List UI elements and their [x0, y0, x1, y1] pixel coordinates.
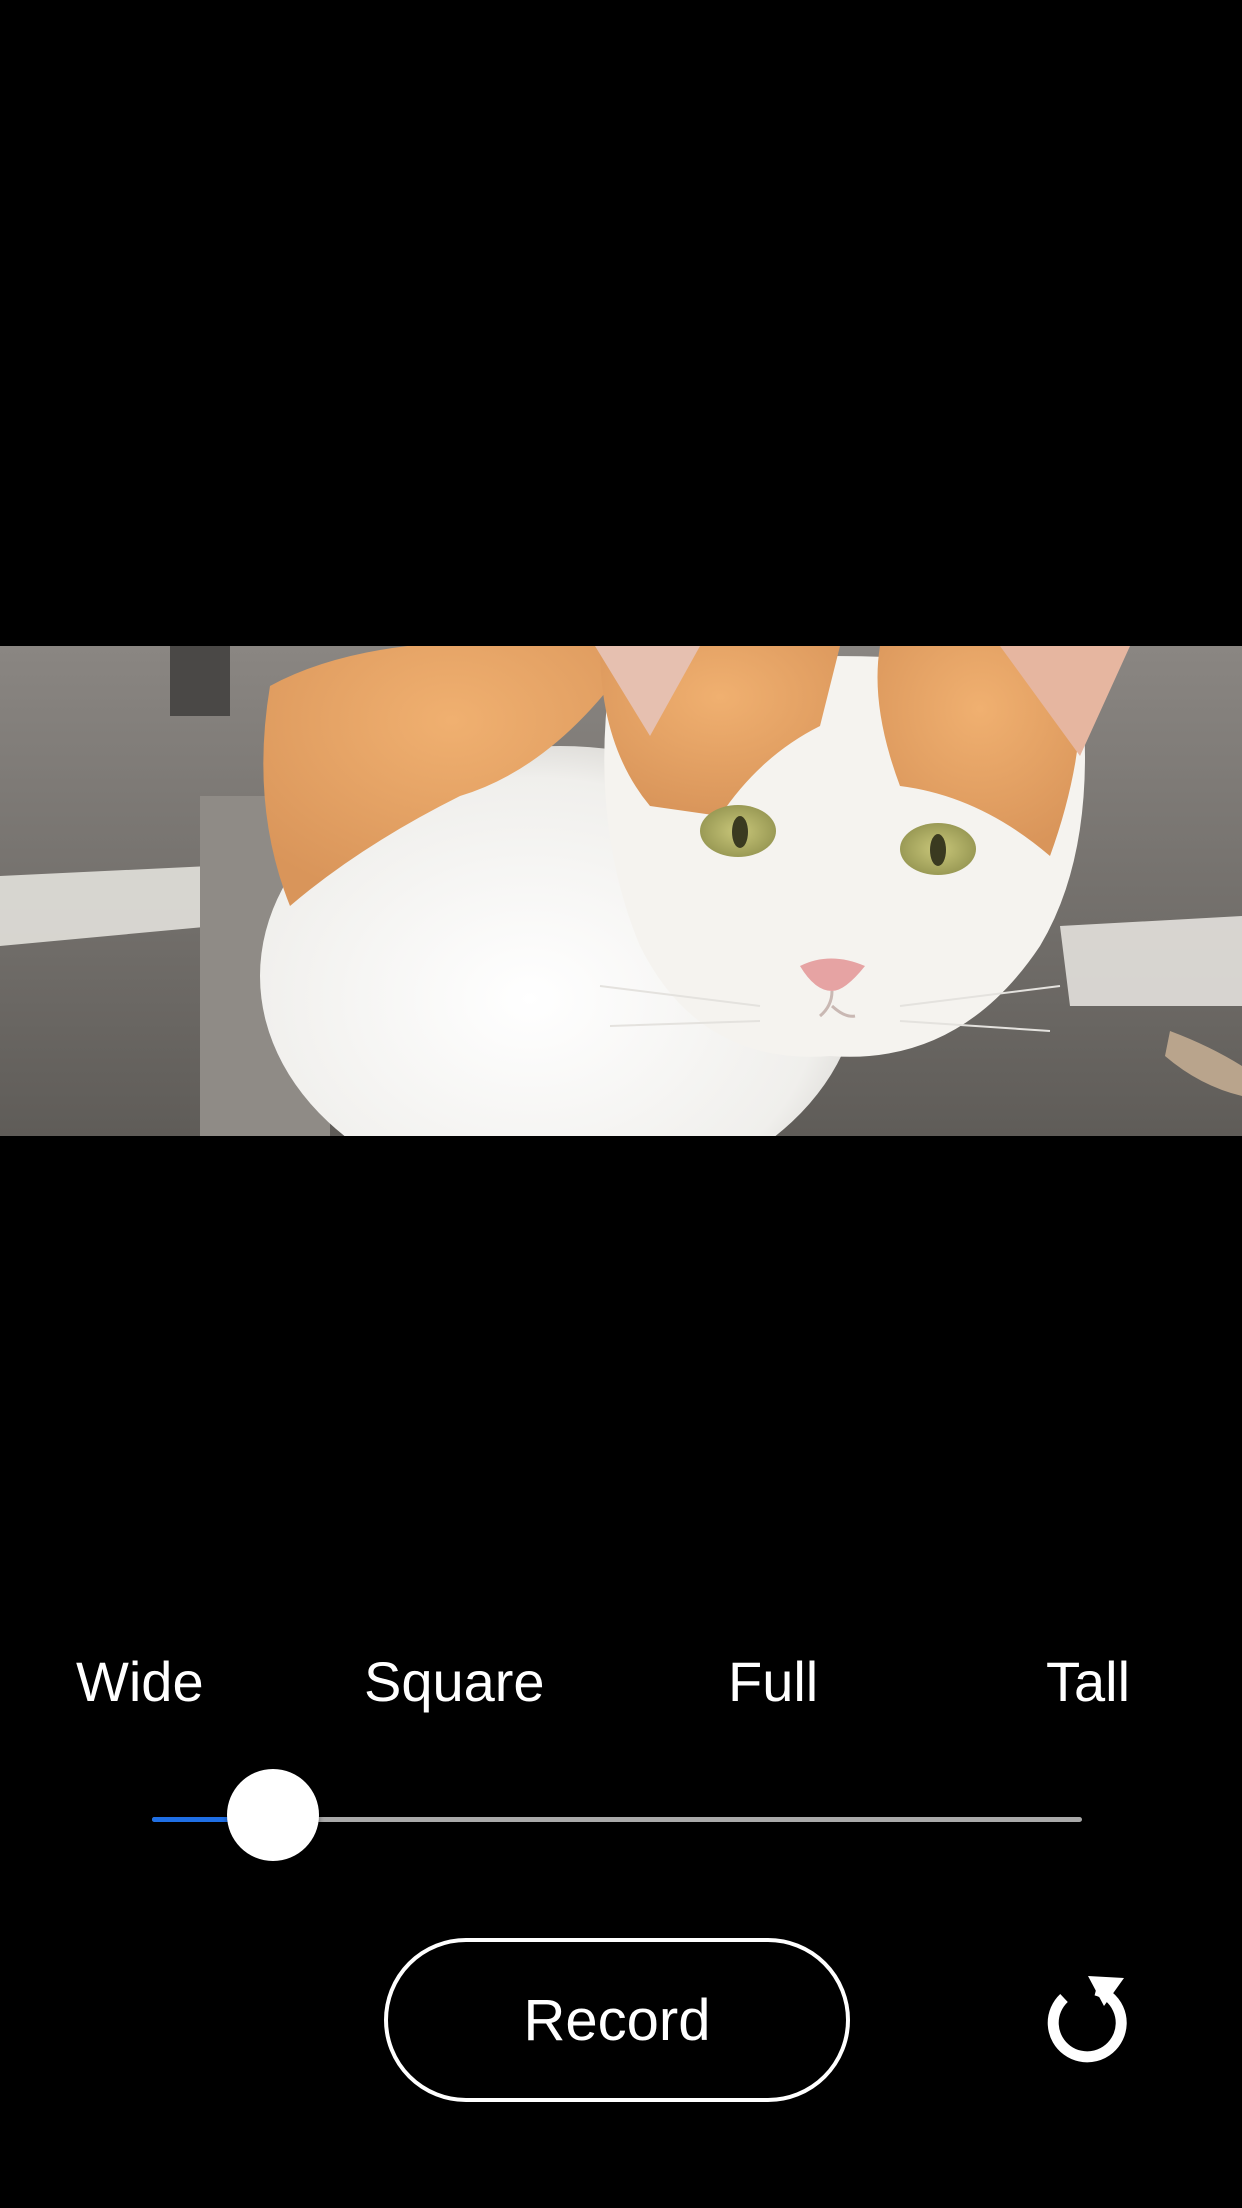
aspect-option-square[interactable]: Square [364, 1650, 545, 1714]
aspect-option-tall[interactable]: Tall [1046, 1650, 1130, 1714]
aspect-option-wide[interactable]: Wide [76, 1650, 204, 1714]
cat-photo [0, 646, 1242, 1136]
slider-thumb[interactable] [227, 1769, 319, 1861]
reset-button[interactable] [1030, 1968, 1134, 2072]
record-button[interactable]: Record [384, 1938, 850, 2102]
aspect-option-full[interactable]: Full [728, 1650, 818, 1714]
camera-preview [0, 646, 1242, 1136]
rotate-ccw-icon [1047, 1976, 1127, 2063]
aspect-slider[interactable] [152, 1769, 1082, 1869]
